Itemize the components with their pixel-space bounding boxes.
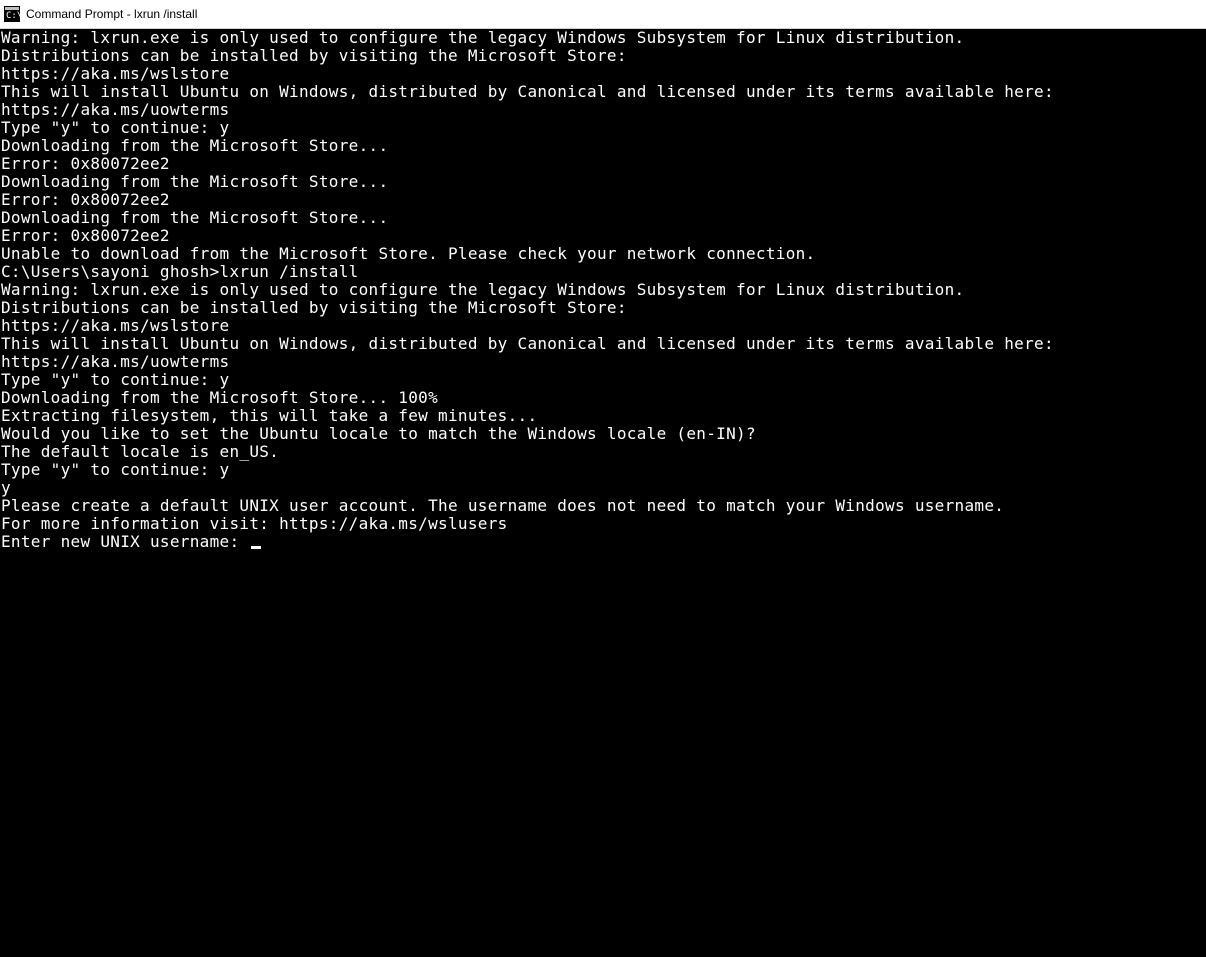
terminal-line: Distributions can be installed by visiti… [1, 47, 1205, 65]
terminal-line: C:\Users\sayoni ghosh>lxrun /install [1, 263, 1205, 281]
terminal-line: Error: 0x80072ee2 [1, 191, 1205, 209]
terminal-line: Type "y" to continue: y [1, 461, 1205, 479]
terminal-line: https://aka.ms/wslstore [1, 317, 1205, 335]
terminal-line: Error: 0x80072ee2 [1, 227, 1205, 245]
terminal-line: Downloading from the Microsoft Store... [1, 173, 1205, 191]
svg-text:C:\: C:\ [6, 11, 20, 21]
terminal-line: Downloading from the Microsoft Store... [1, 209, 1205, 227]
terminal-line: y [1, 479, 1205, 497]
terminal-prompt: Enter new UNIX username: [1, 532, 249, 551]
terminal-cursor [251, 546, 261, 549]
terminal-line: Distributions can be installed by visiti… [1, 299, 1205, 317]
terminal-line: Extracting filesystem, this will take a … [1, 407, 1205, 425]
terminal-line: Warning: lxrun.exe is only used to confi… [1, 281, 1205, 299]
terminal-prompt-line[interactable]: Enter new UNIX username: [1, 533, 1205, 551]
terminal-line: Error: 0x80072ee2 [1, 155, 1205, 173]
terminal-line: The default locale is en_US. [1, 443, 1205, 461]
terminal-line: Warning: lxrun.exe is only used to confi… [1, 29, 1205, 47]
terminal-line: https://aka.ms/uowterms [1, 101, 1205, 119]
terminal-line: This will install Ubuntu on Windows, dis… [1, 335, 1205, 353]
window-title: Command Prompt - lxrun /install [26, 7, 197, 21]
terminal-line: This will install Ubuntu on Windows, dis… [1, 83, 1205, 101]
terminal-line: Downloading from the Microsoft Store... … [1, 389, 1205, 407]
terminal-line: Would you like to set the Ubuntu locale … [1, 425, 1205, 443]
terminal-line: Type "y" to continue: y [1, 119, 1205, 137]
terminal-line: For more information visit: https://aka.… [1, 515, 1205, 533]
terminal-line: https://aka.ms/wslstore [1, 65, 1205, 83]
terminal-output[interactable]: Warning: lxrun.exe is only used to confi… [0, 29, 1206, 957]
window-titlebar: C:\ Command Prompt - lxrun /install [0, 0, 1206, 29]
terminal-line: Type "y" to continue: y [1, 371, 1205, 389]
cmd-icon: C:\ [4, 6, 20, 22]
terminal-line: Please create a default UNIX user accoun… [1, 497, 1205, 515]
terminal-line: https://aka.ms/uowterms [1, 353, 1205, 371]
terminal-line: Unable to download from the Microsoft St… [1, 245, 1205, 263]
terminal-line: Downloading from the Microsoft Store... [1, 137, 1205, 155]
